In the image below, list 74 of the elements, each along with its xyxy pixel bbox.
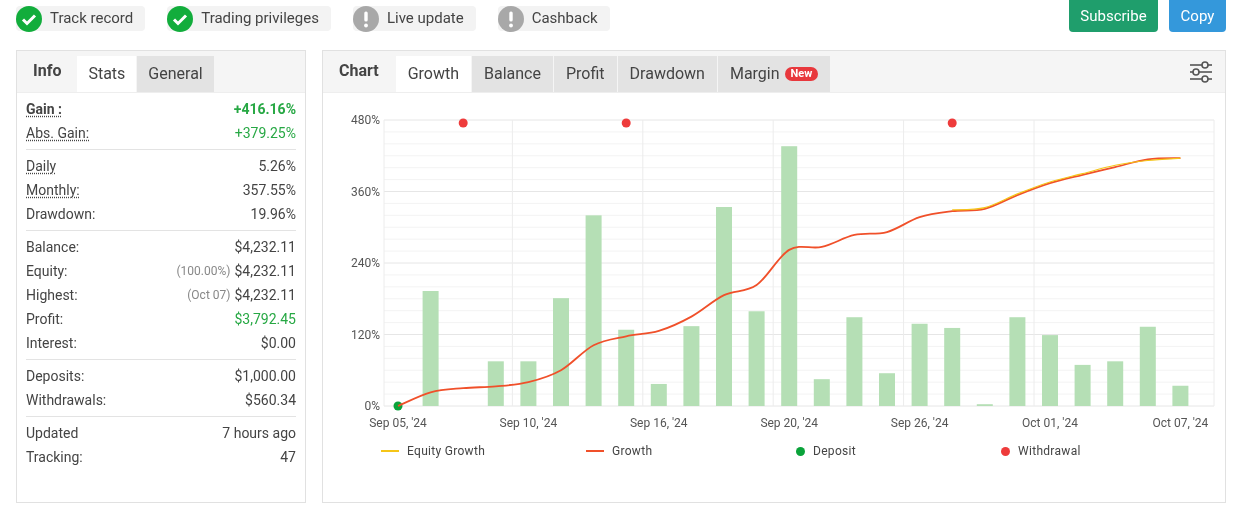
stat-label: Interest:	[26, 333, 77, 353]
new-badge: New	[784, 67, 819, 81]
x-tick-label: Sep 16, '24	[630, 416, 688, 430]
stat-value: $1,000.00	[234, 366, 296, 386]
badge-label: Cashback	[531, 8, 598, 30]
stat-label: Balance:	[26, 237, 80, 257]
daily-bar	[813, 379, 830, 406]
stat-value: +416.16%	[233, 99, 296, 119]
marker-dot	[621, 118, 631, 128]
panel-tab[interactable]: Stats	[77, 56, 137, 92]
marker-dot	[458, 118, 468, 128]
legend-label[interactable]: Equity Growth	[407, 442, 486, 460]
panel-heading: Info	[32, 60, 63, 82]
daily-bar	[1107, 361, 1124, 406]
y-tick-label: 480%	[350, 113, 380, 127]
stat-label: Monthly:	[26, 180, 80, 200]
chart-tab[interactable]: Margin New	[717, 56, 831, 92]
stat-label: Gain :	[26, 99, 62, 119]
x-tick-label: Sep 10, '24	[499, 416, 558, 430]
stat-value: $4,232.11	[234, 237, 296, 257]
x-tick-label: Sep 05, '24	[369, 416, 427, 430]
chart-tab[interactable]: Balance	[472, 56, 553, 92]
y-tick-label: 0%	[364, 399, 380, 413]
y-tick-label: 240%	[350, 256, 380, 270]
stat-value: +379.25%	[234, 123, 296, 143]
stat-value: 19.96%	[250, 204, 296, 224]
stat-label: Withdrawals:	[26, 390, 107, 410]
stat-label: Daily	[26, 156, 57, 176]
x-tick-label: Oct 07, '24	[1152, 416, 1209, 430]
stat-value: 7 hours ago	[222, 423, 296, 443]
x-tick-label: Sep 20, '24	[760, 416, 818, 430]
settings-icon[interactable]	[1189, 61, 1213, 83]
stat-value: $4,232.11	[234, 261, 296, 281]
badge-label: Trading privileges	[201, 8, 319, 30]
badge-label: Track record	[50, 8, 134, 30]
chart-tab[interactable]: Profit	[554, 56, 617, 92]
y-tick-label: 360%	[350, 184, 380, 199]
stat-note: (Oct 07)	[187, 287, 231, 304]
stat-value: 357.55%	[242, 180, 296, 200]
y-tick-label: 120%	[350, 327, 380, 342]
stat-label: Updated	[26, 423, 79, 443]
stat-label: Tracking:	[26, 447, 83, 467]
legend-label[interactable]: Withdrawal	[1018, 442, 1081, 460]
stat-value: $3,792.45	[234, 309, 296, 329]
stat-value: 47	[280, 447, 296, 467]
daily-bar	[1042, 335, 1058, 406]
x-tick-label: Sep 26, '24	[890, 416, 949, 430]
stat-value: $4,232.11	[234, 285, 296, 305]
stat-note: (100.00%)	[176, 263, 231, 280]
stat-label: Equity:	[26, 261, 68, 281]
daily-bar	[1172, 385, 1189, 406]
stat-label: Drawdown:	[26, 204, 96, 224]
stat-label: Profit:	[26, 309, 64, 329]
stat-value: $560.34	[245, 390, 296, 410]
stat-value: 5.26%	[258, 156, 296, 176]
stat-value: $0.00	[260, 333, 296, 353]
legend-label[interactable]: Growth	[612, 442, 653, 460]
panel-heading: Chart	[338, 60, 380, 82]
daily-bar	[650, 383, 667, 406]
stat-label: Highest:	[26, 285, 78, 305]
stat-label: Abs. Gain:	[26, 123, 90, 143]
panel-tab[interactable]: General	[137, 56, 214, 92]
x-tick-label: Oct 01, '24	[1022, 416, 1078, 430]
badge-label: Live update	[386, 8, 464, 30]
marker-dot	[393, 401, 403, 411]
daily-bar	[879, 373, 895, 406]
chart-tab[interactable]: Growth	[395, 56, 471, 92]
stat-label: Deposits:	[26, 366, 85, 386]
daily-bar	[1074, 364, 1091, 406]
chart-tab[interactable]: Drawdown	[617, 56, 717, 92]
daily-bar	[487, 361, 504, 406]
marker-dot	[947, 118, 957, 128]
legend-label[interactable]: Deposit	[813, 442, 856, 460]
daily-bar	[520, 361, 537, 406]
